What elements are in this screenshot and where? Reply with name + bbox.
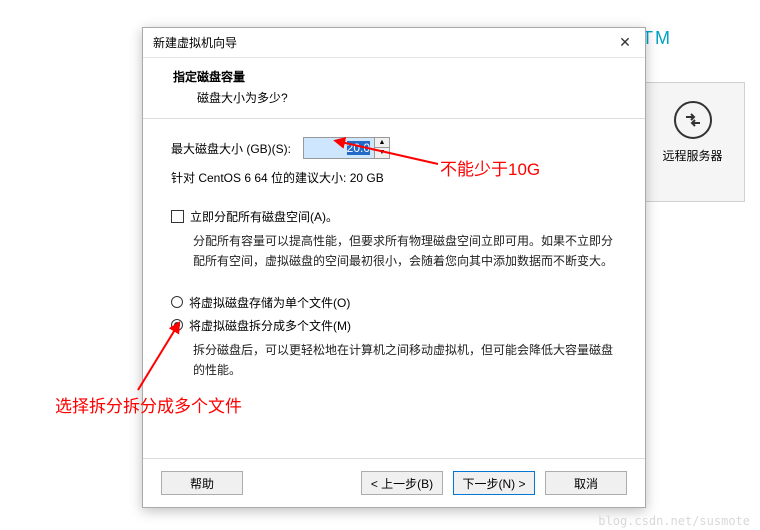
spinner-down-icon[interactable]: ▼ — [375, 148, 389, 158]
wizard-content: 最大磁盘大小 (GB)(S): ▲ ▼ 针对 CentOS 6 64 位的建议大… — [143, 119, 645, 458]
wizard-footer: 帮助 < 上一步(B) 下一步(N) > 取消 — [143, 458, 645, 507]
titlebar: 新建虚拟机向导 ✕ — [143, 28, 645, 58]
remote-server-icon — [674, 101, 712, 139]
close-icon[interactable]: ✕ — [615, 34, 635, 51]
split-multiple-files-radio[interactable] — [171, 319, 183, 331]
background-tm-text: TM — [642, 28, 672, 49]
disk-size-input[interactable] — [304, 138, 374, 158]
disk-size-spinner[interactable]: ▲ ▼ — [303, 137, 390, 159]
dialog-title: 新建虚拟机向导 — [153, 34, 615, 51]
connect-arrows-icon — [681, 108, 705, 132]
header-subtitle: 磁盘大小为多少? — [197, 89, 621, 106]
next-button[interactable]: 下一步(N) > — [453, 471, 535, 495]
split-description: 拆分磁盘后，可以更轻松地在计算机之间移动虚拟机，但可能会降低大容量磁盘的性能。 — [193, 340, 617, 381]
split-multiple-files-label: 将虚拟磁盘拆分成多个文件(M) — [189, 317, 351, 334]
watermark-text: blog.csdn.net/susmote — [598, 514, 750, 528]
wizard-header: 指定磁盘容量 磁盘大小为多少? — [143, 58, 645, 119]
allocate-now-checkbox[interactable] — [171, 210, 184, 223]
suggested-size-text: 针对 CentOS 6 64 位的建议大小: 20 GB — [171, 169, 617, 186]
store-single-file-label: 将虚拟磁盘存储为单个文件(O) — [189, 294, 350, 311]
back-button[interactable]: < 上一步(B) — [361, 471, 443, 495]
wizard-dialog: 新建虚拟机向导 ✕ 指定磁盘容量 磁盘大小为多少? 最大磁盘大小 (GB)(S)… — [142, 27, 646, 508]
disk-size-label: 最大磁盘大小 (GB)(S): — [171, 140, 291, 157]
cancel-button[interactable]: 取消 — [545, 471, 627, 495]
remote-server-label: 远程服务器 — [641, 147, 744, 164]
header-title: 指定磁盘容量 — [167, 68, 621, 85]
spinner-up-icon[interactable]: ▲ — [375, 138, 389, 148]
remote-server-card: 远程服务器 — [640, 82, 745, 202]
help-button[interactable]: 帮助 — [161, 471, 243, 495]
store-single-file-radio[interactable] — [171, 296, 183, 308]
allocate-now-label: 立即分配所有磁盘空间(A)。 — [190, 208, 338, 225]
allocate-now-description: 分配所有容量可以提高性能，但要求所有物理磁盘空间立即可用。如果不立即分配所有空间… — [193, 231, 617, 272]
